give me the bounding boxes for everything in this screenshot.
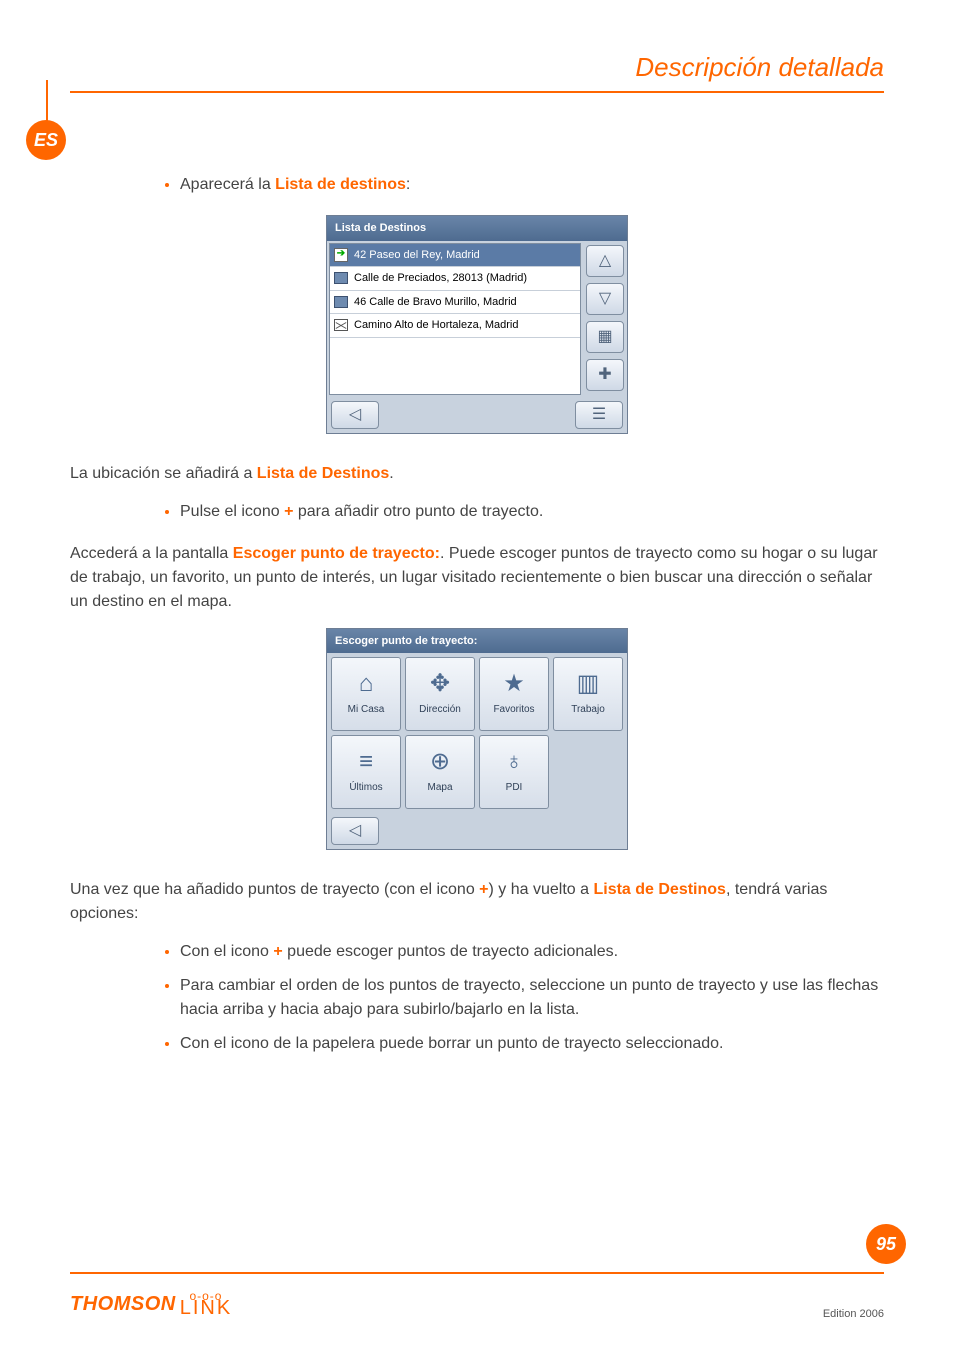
star-list-icon: ★ xyxy=(503,672,525,696)
text: para añadir otro punto de trayecto. xyxy=(293,503,543,520)
final-bullets: Con el icono + puede escoger puntos de t… xyxy=(70,940,884,1056)
arrow-right-icon: ➔ xyxy=(334,249,348,261)
language-badge: ES xyxy=(26,120,66,160)
text: Aparecerá la xyxy=(180,176,275,193)
poi-icon: ♁ xyxy=(505,750,523,774)
building-icon: ▥ xyxy=(577,672,600,696)
text: Con el icono xyxy=(180,943,273,960)
text: : xyxy=(406,176,410,193)
text: Con el icono de la papelera puede borrar… xyxy=(180,1035,723,1052)
cell-label: Favoritos xyxy=(493,702,534,717)
footer-rule xyxy=(70,1272,884,1274)
list-label: 42 Paseo del Rey, Madrid xyxy=(354,247,480,264)
section-title: Descripción detallada xyxy=(70,52,884,83)
gps-title: Escoger punto de trayecto: xyxy=(327,629,627,654)
grid-cell-mapa[interactable]: ⊕ Mapa xyxy=(405,735,475,809)
grid-cell-direccion[interactable]: ✥ Dirección xyxy=(405,657,475,731)
bullet: Para cambiar el orden de los puntos de t… xyxy=(180,974,884,1022)
brand-thomson: THOMSON xyxy=(70,1293,176,1316)
edition-text: Edition 2006 xyxy=(823,1308,884,1320)
side-buttons: △ ▽ ▦ ✚ xyxy=(583,241,627,397)
square-icon xyxy=(334,272,348,284)
back-icon[interactable]: ◁ xyxy=(331,817,379,845)
list-item[interactable]: ➔ 42 Paseo del Rey, Madrid xyxy=(330,244,580,268)
page-number-badge: 95 xyxy=(866,1224,906,1264)
text: Accederá a la pantalla xyxy=(70,545,233,562)
gps-title: Lista de Destinos xyxy=(327,216,627,241)
gps-screenshot-escoger: Escoger punto de trayecto: ⌂ Mi Casa ✥ D… xyxy=(326,628,628,851)
grid-cell-ultimos[interactable]: ≡ Últimos xyxy=(331,735,401,809)
up-icon[interactable]: △ xyxy=(586,245,624,277)
recent-icon: ≡ xyxy=(359,750,373,774)
bullet: Con el icono de la papelera puede borrar… xyxy=(180,1032,884,1056)
list-item[interactable]: Camino Alto de Hortaleza, Madrid xyxy=(330,314,580,338)
cell-label: Mi Casa xyxy=(348,702,385,717)
intro-bullet: Aparecerá la Lista de destinos: xyxy=(180,173,884,197)
brand-logo: THOMSON o-o-o LINK xyxy=(70,1289,232,1320)
down-icon[interactable]: ▽ xyxy=(586,283,624,315)
paragraph: La ubicación se añadirá a Lista de Desti… xyxy=(70,462,884,486)
text: Pulse el icono xyxy=(180,503,284,520)
list-label: 46 Calle de Bravo Murillo, Madrid xyxy=(354,294,517,311)
text: . xyxy=(389,465,393,482)
bold: Lista de Destinos xyxy=(257,465,389,482)
cell-label: PDI xyxy=(506,780,523,795)
back-icon[interactable]: ◁ xyxy=(331,401,379,429)
menu-icon[interactable]: ☰ xyxy=(575,401,623,429)
list-label: Camino Alto de Hortaleza, Madrid xyxy=(354,317,518,334)
text: La ubicación se añadirá a xyxy=(70,465,257,482)
header-rule xyxy=(70,91,884,93)
target-icon: ✥ xyxy=(430,672,450,696)
gps-footer: ◁ ☰ xyxy=(327,397,627,433)
brand-link: LINK xyxy=(180,1297,232,1319)
trash-icon[interactable]: ▦ xyxy=(586,321,624,353)
paragraph: Accederá a la pantalla Escoger punto de … xyxy=(70,542,884,614)
grid-cell-micasa[interactable]: ⌂ Mi Casa xyxy=(331,657,401,731)
list-label: Calle de Preciados, 28013 (Madrid) xyxy=(354,270,527,287)
cell-label: Mapa xyxy=(427,780,452,795)
bold: Lista de destinos xyxy=(275,176,406,193)
crossed-icon xyxy=(334,319,348,331)
destination-list: ➔ 42 Paseo del Rey, Madrid Calle de Prec… xyxy=(329,243,581,395)
globe-icon: ⊕ xyxy=(430,750,450,774)
text: Para cambiar el orden de los puntos de t… xyxy=(180,977,878,1018)
bullet: Pulse el icono + para añadir otro punto … xyxy=(180,500,884,524)
bold: + xyxy=(284,503,293,520)
list-item[interactable]: 46 Calle de Bravo Murillo, Madrid xyxy=(330,291,580,315)
text: Una vez que ha añadido puntos de trayect… xyxy=(70,881,479,898)
bold: Lista de Destinos xyxy=(593,881,725,898)
paragraph: Una vez que ha añadido puntos de trayect… xyxy=(70,878,884,926)
intro-bullet-list: Aparecerá la Lista de destinos: xyxy=(70,173,884,197)
gps-footer: ◁ xyxy=(327,813,627,849)
cell-label: Dirección xyxy=(419,702,461,717)
list-item[interactable]: Calle de Preciados, 28013 (Madrid) xyxy=(330,267,580,291)
gps-screenshot-destinos: Lista de Destinos ➔ 42 Paseo del Rey, Ma… xyxy=(326,215,628,434)
cell-label: Últimos xyxy=(349,780,382,795)
home-icon: ⌂ xyxy=(359,672,374,696)
plus-icon[interactable]: ✚ xyxy=(586,359,624,391)
bold: + xyxy=(273,943,282,960)
grid-cell-trabajo[interactable]: ▥ Trabajo xyxy=(553,657,623,731)
bold: Escoger punto de trayecto: xyxy=(233,545,440,562)
grid-cell-pdi[interactable]: ♁ PDI xyxy=(479,735,549,809)
badge-connector xyxy=(46,80,48,122)
square-icon xyxy=(334,296,348,308)
grid-cell-favoritos[interactable]: ★ Favoritos xyxy=(479,657,549,731)
waypoint-grid: ⌂ Mi Casa ✥ Dirección ★ Favoritos ▥ Trab… xyxy=(327,653,627,813)
bold: + xyxy=(479,881,488,898)
bullet-list: Pulse el icono + para añadir otro punto … xyxy=(70,500,884,524)
cell-label: Trabajo xyxy=(571,702,605,717)
text: puede escoger puntos de trayecto adicion… xyxy=(283,943,618,960)
text: ) y ha vuelto a xyxy=(489,881,594,898)
bullet: Con el icono + puede escoger puntos de t… xyxy=(180,940,884,964)
